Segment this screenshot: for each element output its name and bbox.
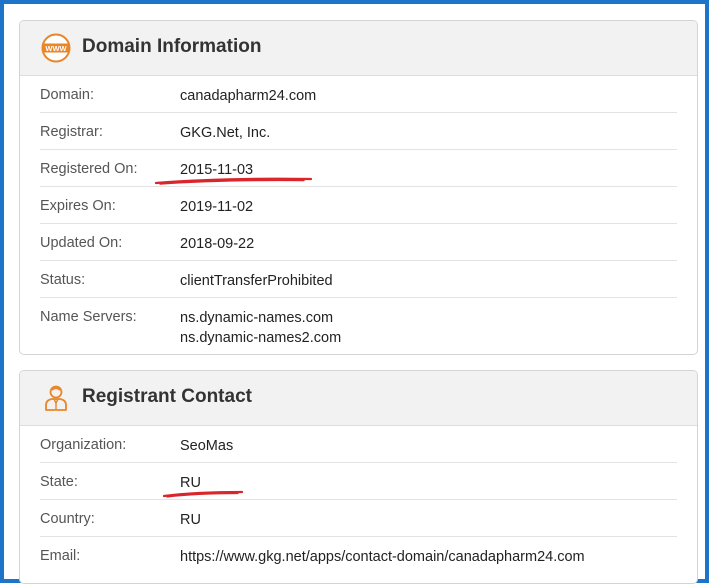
card-title: Domain Information — [82, 36, 262, 57]
email-link[interactable]: https://www.gkg.net/apps/contact-domain/… — [180, 547, 585, 567]
row-registrar: Registrar: GKG.Net, Inc. — [40, 113, 677, 150]
screenshot-frame: WWW Domain Information Domain: canadapha… — [0, 0, 709, 584]
row-email: Email: https://www.gkg.net/apps/contact-… — [40, 537, 677, 573]
name-server-2: ns.dynamic-names2.com — [180, 330, 342, 346]
row-label: Country: — [40, 511, 95, 527]
domain-information-header: WWW Domain Information — [20, 21, 697, 76]
expires-on-value: 2019-11-02 — [180, 199, 254, 215]
row-state: State: RU — [40, 463, 677, 500]
name-servers-value: ns.dynamic-names.com ns.dynamic-names2.c… — [180, 308, 341, 348]
card-title: Registrant Contact — [82, 386, 252, 407]
row-label: Name Servers: — [40, 309, 137, 325]
www-globe-icon: WWW — [41, 33, 71, 63]
status-value: clientTransferProhibited — [180, 273, 333, 289]
red-underline-annotation — [162, 490, 244, 498]
registrar-value: GKG.Net, Inc. — [180, 125, 271, 141]
row-label: Email: — [40, 548, 81, 564]
row-name-servers: Name Servers: ns.dynamic-names.com ns.dy… — [40, 298, 677, 354]
organization-value: SeoMas — [180, 438, 234, 454]
row-label: Domain: — [40, 87, 94, 103]
row-country: Country: RU — [40, 500, 677, 537]
updated-on-value: 2018-09-22 — [180, 236, 255, 252]
row-label: Registered On: — [40, 161, 138, 177]
domain-value: canadapharm24.com — [180, 88, 317, 104]
row-label: State: — [40, 474, 78, 490]
registered-on-value: 2015-11-03 — [180, 162, 254, 178]
state-value: RU — [180, 475, 201, 491]
row-expires-on: Expires On: 2019-11-02 — [40, 187, 677, 224]
row-domain: Domain: canadapharm24.com — [40, 76, 677, 113]
row-label: Updated On: — [40, 235, 123, 251]
row-label: Registrar: — [40, 124, 103, 140]
registrant-contact-header: Registrant Contact — [20, 371, 697, 426]
registrant-contact-rows: Organization: SeoMas State: RU Country: … — [40, 426, 677, 573]
row-updated-on: Updated On: 2018-09-22 — [40, 224, 677, 261]
person-icon — [45, 385, 67, 411]
row-organization: Organization: SeoMas — [40, 426, 677, 463]
row-label: Status: — [40, 272, 86, 288]
domain-information-card: WWW Domain Information Domain: canadapha… — [19, 20, 698, 355]
row-label: Organization: — [40, 437, 127, 453]
country-value: RU — [180, 512, 201, 528]
row-status: Status: clientTransferProhibited — [40, 261, 677, 298]
row-registered-on: Registered On: 2015-11-03 — [40, 150, 677, 187]
svg-text:WWW: WWW — [45, 44, 67, 53]
domain-information-rows: Domain: canadapharm24.com Registrar: GKG… — [40, 76, 677, 354]
registrant-contact-card: Registrant Contact Organization: SeoMas … — [19, 370, 698, 584]
row-label: Expires On: — [40, 198, 116, 214]
name-server-1: ns.dynamic-names.com — [180, 310, 334, 326]
